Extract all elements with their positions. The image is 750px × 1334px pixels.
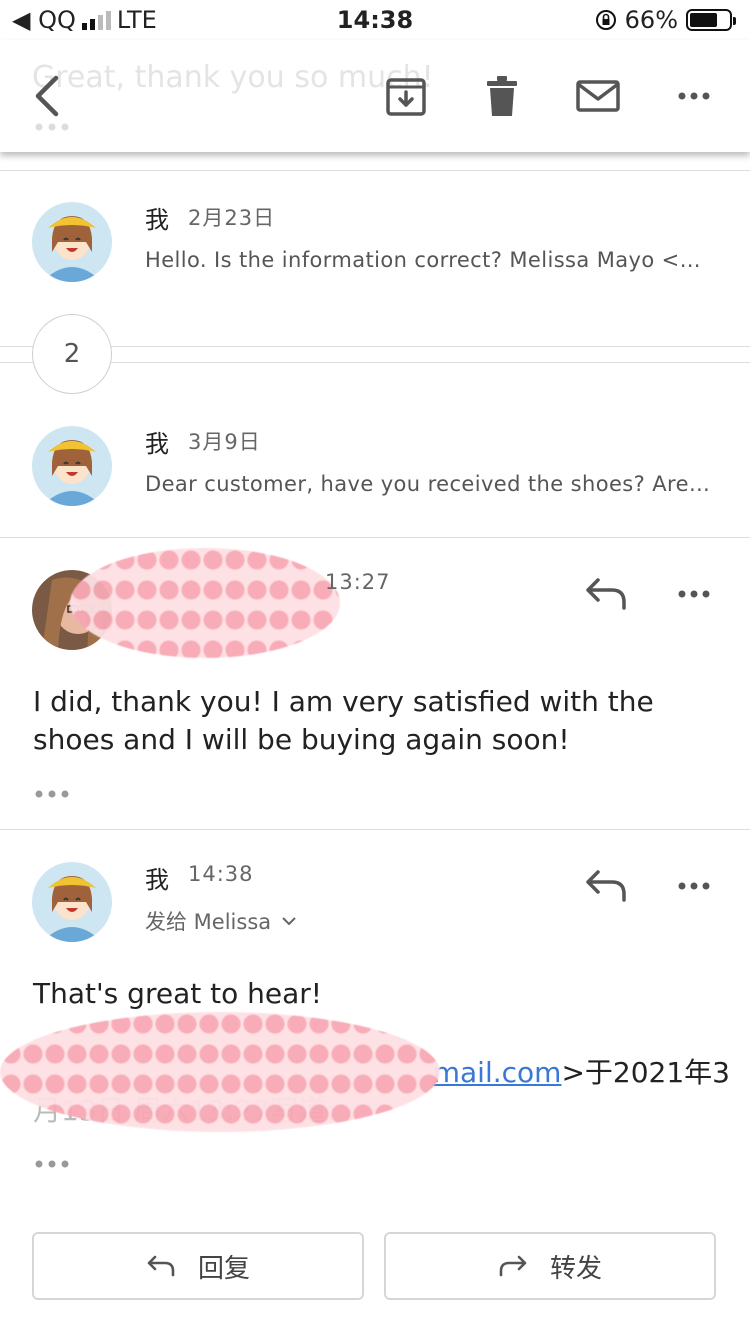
divider [0, 362, 750, 363]
message-snippet: Hello. Is the information correct? Melis… [145, 248, 715, 272]
orientation-lock-icon [595, 10, 616, 30]
status-bar: ◀ QQ LTE 14:38 66% [0, 0, 750, 40]
divider [0, 829, 750, 830]
cartoon-girl-avatar-icon [32, 426, 112, 506]
battery-icon [686, 9, 736, 31]
reply-icon [147, 1255, 175, 1277]
avatar [32, 862, 112, 942]
divider [0, 346, 750, 347]
reply-button[interactable]: 回复 [32, 1232, 364, 1300]
sender-name: 我 [145, 430, 169, 458]
message-date: 2月23日 [188, 206, 276, 230]
message-date: 3月9日 [188, 430, 261, 454]
status-right: 66% [595, 6, 736, 34]
avatar [32, 202, 112, 282]
top-toolbar: Great, thank you so much! [0, 40, 750, 152]
show-quoted-icon[interactable] [34, 788, 70, 800]
divider [0, 170, 750, 171]
reply-label: 回复 [197, 1253, 250, 1284]
redaction-sticker [0, 1012, 440, 1132]
more-options-icon[interactable] [670, 72, 718, 120]
hidden-messages-count[interactable]: 2 [32, 314, 112, 394]
message-body: I did, thank you! I am very satisfied wi… [33, 685, 654, 756]
sender-name: 我 [145, 866, 169, 894]
trash-icon[interactable] [478, 72, 526, 120]
cartoon-girl-avatar-icon [32, 862, 112, 942]
mark-unread-icon[interactable] [574, 72, 622, 120]
forward-icon [499, 1255, 527, 1277]
sender-name: 我 [145, 206, 169, 234]
message-snippet: Dear customer, have you received the sho… [145, 472, 715, 496]
show-quoted-icon[interactable] [34, 1158, 70, 1170]
message-more-icon[interactable] [670, 862, 718, 910]
divider [0, 537, 750, 538]
message-time: 14:38 [188, 862, 254, 886]
redaction-sticker [70, 548, 340, 658]
forward-label: 转发 [549, 1253, 602, 1284]
message-body: That's great to hear! [33, 977, 322, 1010]
back-icon[interactable] [26, 72, 74, 120]
recipient-toggle[interactable]: 发给 Melissa [145, 906, 297, 936]
cartoon-girl-avatar-icon [32, 202, 112, 282]
avatar [32, 426, 112, 506]
reply-icon[interactable] [582, 570, 630, 618]
archive-icon[interactable] [382, 72, 430, 120]
message-time: 13:27 [325, 570, 391, 594]
scrolled-subject: Great, thank you so much! [32, 60, 434, 95]
forward-button[interactable]: 转发 [384, 1232, 716, 1300]
reply-icon[interactable] [582, 862, 630, 910]
quoted-email-link[interactable]: mail.com [433, 1056, 562, 1089]
message-more-icon[interactable] [670, 570, 718, 618]
scrolled-more-icon [35, 123, 69, 131]
recipient-label: 发给 Melissa [145, 910, 272, 934]
quote-header-text: >于2021年3 [561, 1056, 730, 1089]
chevron-down-icon [282, 917, 296, 926]
battery-percent: 66% [624, 6, 678, 34]
